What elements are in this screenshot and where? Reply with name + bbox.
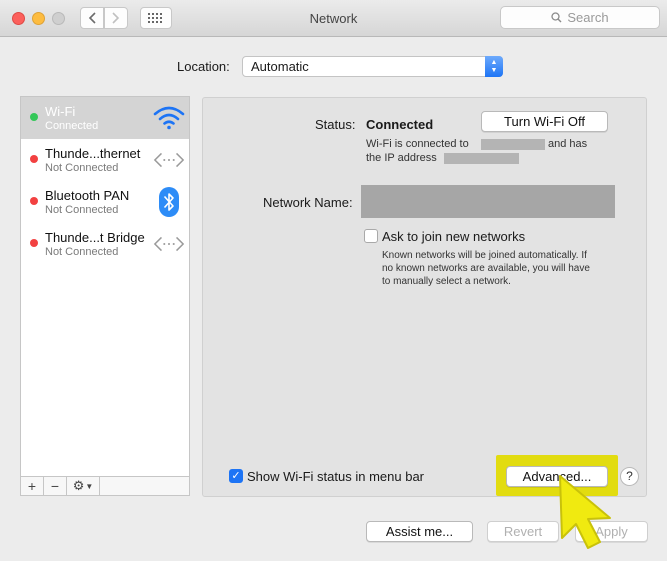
add-service-button[interactable]: + [21,477,44,495]
service-list-toolbar: + − ⚙︎ ▼ [20,477,190,496]
service-item-thunderbolt-bridge[interactable]: Thunde...t Bridge Not Connected [21,223,189,265]
show-wifi-status-label: Show Wi-Fi status in menu bar [247,469,425,484]
status-label: Status: [315,117,356,132]
service-status: Not Connected [45,162,119,174]
network-name-label: Network Name: [263,195,353,210]
service-name: Wi-Fi [45,104,76,119]
location-value: Automatic [251,59,309,74]
service-item-wifi[interactable]: Wi-Fi Connected [21,97,189,139]
pointer-arrow-icon [559,475,611,549]
show-wifi-status-checkbox[interactable]: ✓ [229,469,243,483]
redacted-network [481,139,545,150]
select-arrows-icon: ▲ ▼ [485,56,503,77]
service-name: Bluetooth PAN [45,188,130,203]
service-name: Thunde...t Bridge [45,230,145,245]
service-item-thunderbolt-ethernet[interactable]: Thunde...thernet Not Connected [21,139,189,181]
service-item-bluetooth-pan[interactable]: Bluetooth PAN Not Connected [21,181,189,223]
service-name: Thunde...thernet [45,146,141,161]
status-description-2: and has [548,138,588,150]
revert-button[interactable]: Revert [487,521,559,542]
bluetooth-icon [153,187,185,217]
status-value: Connected [366,117,434,132]
turn-wifi-off-button[interactable]: Turn Wi-Fi Off [481,111,608,132]
ask-to-join-checkbox[interactable] [364,229,378,243]
status-dot [30,155,38,163]
service-status: Connected [45,120,99,132]
status-dot [30,197,38,205]
search-placeholder: Search [567,10,609,25]
wifi-icon [153,103,185,133]
ethernet-arrows-icon [153,145,185,175]
service-status: Not Connected [45,246,119,258]
remove-service-button[interactable]: − [44,477,67,495]
ask-to-join-label: Ask to join new networks [382,229,526,244]
search-icon [551,12,562,23]
status-dot [30,239,38,247]
service-status: Not Connected [45,204,119,216]
title-bar: Network Search [0,0,667,37]
status-dot [30,113,38,121]
search-input[interactable]: Search [500,6,660,29]
redacted-ip [444,153,519,164]
location-select[interactable]: Automatic ▲ ▼ [242,56,503,77]
ethernet-arrows-icon [153,229,185,259]
status-description-3: the IP address [366,152,437,164]
assist-me-button[interactable]: Assist me... [366,521,473,542]
location-label: Location: [177,59,230,74]
service-list: Wi-Fi Connected Thunde...thernet Not Con… [20,96,190,477]
ask-to-join-desc-2: no known networks are available, you wil… [382,263,590,274]
chevron-down-icon: ▼ [85,481,94,491]
network-name-field[interactable] [361,185,615,218]
gear-icon: ⚙︎ [72,478,85,493]
status-description-1: Wi-Fi is connected to [366,138,469,150]
ask-to-join-desc-3: to manually select a network. [382,276,511,287]
service-actions-button[interactable]: ⚙︎ ▼ [67,477,100,495]
ask-to-join-desc-1: Known networks will be joined automatica… [382,250,587,261]
